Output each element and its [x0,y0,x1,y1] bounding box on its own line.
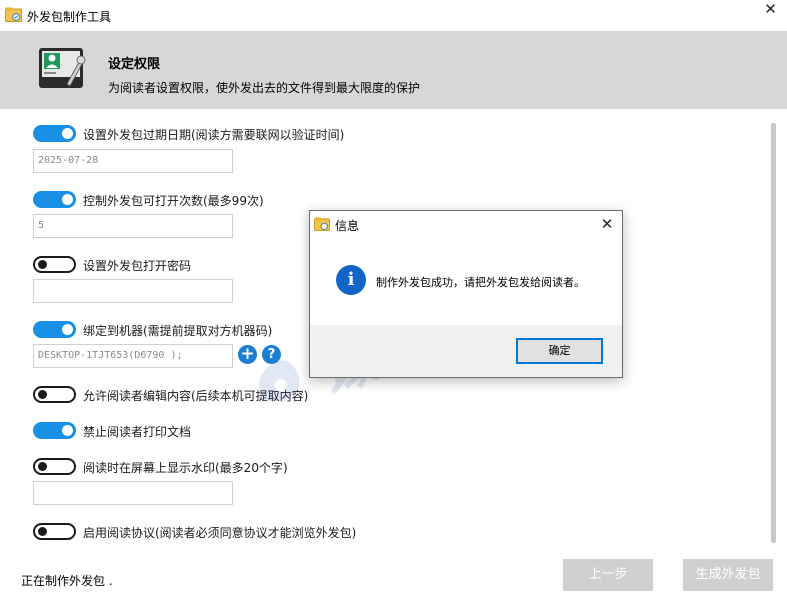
option-label: 启用阅读协议(阅读者必须同意协议才能浏览外发包) [83,526,357,540]
toggle-switch-off[interactable] [33,458,76,475]
add-machine-button[interactable]: + [238,345,257,364]
prev-step-button[interactable]: 上一步 [563,559,653,591]
page-header: 设定权限 为阅读者设置权限，使外发出去的文件得到最大限度的保护 [0,31,787,109]
option-label: 禁止阅读者打印文档 [83,425,192,439]
toggle-switch-off[interactable] [33,386,76,403]
help-icon[interactable]: ? [262,345,281,364]
machine-code-input[interactable]: DESKTOP-1TJT653(D6790⁠ ); [33,344,233,368]
toggle-switch-on[interactable] [33,191,76,208]
page-subtitle: 为阅读者设置权限，使外发出去的文件得到最大限度的保护 [108,81,421,95]
id-card-permission-icon [39,48,86,88]
generate-package-button[interactable]: 生成外发包 [683,559,773,591]
status-text: 正在制作外发包 . [21,574,113,588]
window-titlebar: 外发包制作工具 ✕ [0,0,787,31]
toggle-switch-on[interactable] [33,321,76,338]
toggle-knob [62,324,73,335]
option-label: 设置外发包过期日期(阅读方需要联网以验证时间) [83,128,345,142]
window-close-icon[interactable]: ✕ [754,0,787,20]
toggle-switch-off[interactable] [33,256,76,273]
watermark-text-input[interactable] [33,481,233,505]
toggle-knob [62,128,73,139]
password-input[interactable] [33,279,233,303]
dialog-title: 信息 [335,219,360,233]
ok-button[interactable]: 确定 [516,338,603,364]
option-label: 绑定到机器(需提前提取对方机器码) [83,324,273,338]
option-label: 阅读时在屏幕上显示水印(最多20个字) [83,461,288,475]
vertical-scrollbar[interactable] [771,123,776,543]
option-label: 设置外发包打开密码 [83,259,192,273]
toggle-knob [62,425,73,436]
toggle-knob [38,390,47,399]
toggle-switch-on[interactable] [33,125,76,142]
toggle-knob [38,462,47,471]
dialog-close-icon[interactable]: ✕ [596,213,618,235]
toggle-switch-on[interactable] [33,422,76,439]
toggle-switch-off[interactable] [33,523,76,540]
window-title: 外发包制作工具 [27,10,112,24]
expire-date-input[interactable]: 2025-07-28 [33,149,233,173]
dialog-titlebar: 信息 ✕ [310,211,622,239]
toggle-knob [38,260,47,269]
folder-app-icon [5,7,22,22]
option-label: 允许阅读者编辑内容(后续本机可提取内容) [83,389,309,403]
page-title: 设定权限 [108,57,161,72]
info-icon: i [336,265,366,295]
toggle-knob [38,527,47,536]
open-count-input[interactable]: 5 [33,214,233,238]
toggle-knob [62,194,73,205]
folder-app-icon [314,217,330,231]
dialog-message: 制作外发包成功，请把外发包发给阅读者。 [376,276,585,289]
option-label: 控制外发包可打开次数(最多99次) [83,194,264,208]
info-dialog: 信息 ✕ i 制作外发包成功，请把外发包发给阅读者。 确定 [309,210,623,378]
footer-bar: 正在制作外发包 . 上一步 生成外发包 [0,550,787,595]
